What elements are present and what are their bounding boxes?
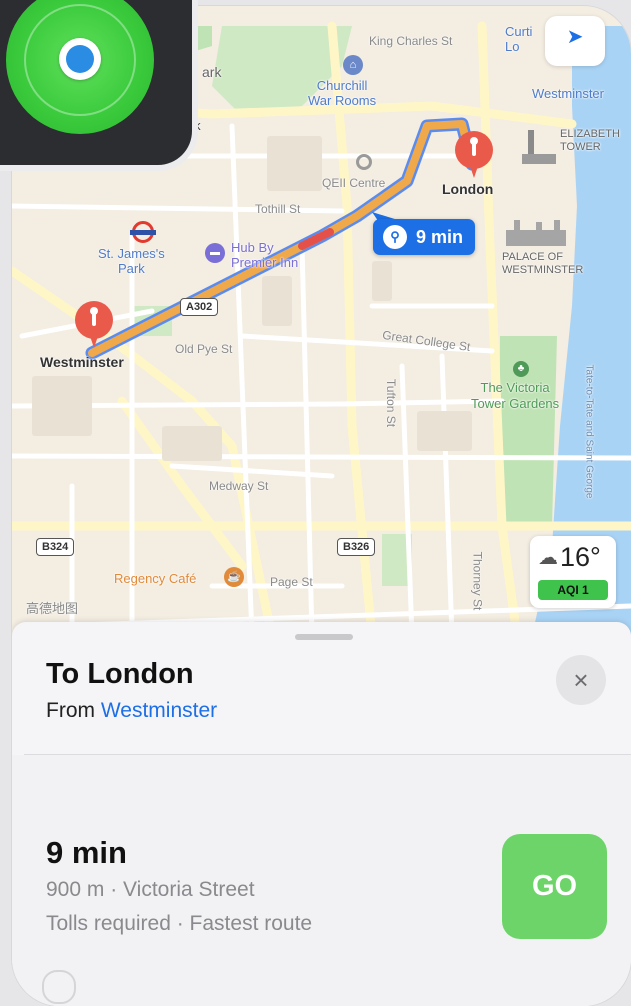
route-detail: 900 m · Victoria Street <box>46 878 255 901</box>
victoria-tower-gardens-area <box>500 336 557 526</box>
label-churchill-war-rooms: Churchill War Rooms <box>308 78 377 108</box>
label-tufton-st: Tufton St <box>384 378 399 428</box>
elizabeth-tower-icon <box>522 126 556 166</box>
close-icon: × <box>573 665 589 695</box>
label-park: ark <box>202 64 222 80</box>
find-my-app-icon <box>0 0 192 165</box>
label-qeii-centre: QEII Centre <box>322 176 386 190</box>
eta-chip-label: 9 min <box>416 226 464 247</box>
home-indicator <box>42 970 76 1004</box>
label-medway-st: Medway St <box>209 479 269 493</box>
label-king-charles-st: King Charles St <box>369 34 453 48</box>
cafe-icon: ☕ <box>224 567 244 587</box>
destination-title: To London <box>46 658 194 690</box>
location-dot-icon <box>59 38 101 80</box>
label-st-james-park: St. James's Park <box>98 246 165 276</box>
destination-pin-icon[interactable] <box>452 130 496 190</box>
label-tothill-st: Tothill St <box>255 202 301 216</box>
label-curtis: Curti Lo <box>505 24 533 54</box>
eta-chip[interactable]: ⚲ 9 min <box>373 219 476 255</box>
aqi-badge: AQI 1 <box>538 580 608 600</box>
road-shield-b324: B324 <box>36 538 75 556</box>
car-icon: ⚲ <box>383 225 407 249</box>
route-note: Tolls required · Fastest route <box>46 912 313 935</box>
route-option[interactable]: 9 min 900 m · Victoria Street Tolls requ… <box>12 755 631 1006</box>
cloud-rain-icon: ☁ <box>538 547 558 569</box>
label-victoria-tower-gardens: The Victoria Tower Gardens <box>471 380 560 411</box>
amap-watermark: 高德地图 <box>26 601 79 616</box>
label-regency-cafe: Regency Café <box>114 571 197 586</box>
poi-circle-icon <box>356 154 372 170</box>
weather-widget[interactable]: ☁ 16° AQI 1 <box>530 536 616 608</box>
label-tate-route: Tate-to-Tate and Saint George <box>583 364 595 499</box>
palace-icon <box>506 220 566 246</box>
park-icon: ♣ <box>513 361 529 377</box>
go-button[interactable]: GO <box>502 834 607 939</box>
origin-link[interactable]: Westminster <box>101 699 217 722</box>
route-time: 9 min <box>46 835 127 870</box>
label-old-pye-st: Old Pye St <box>175 342 233 356</box>
map-mode-button[interactable]: ➤ <box>545 16 605 66</box>
directions-sheet: To London From Westminster × 9 min 900 m… <box>12 622 631 1006</box>
hotel-icon: ▬ <box>205 243 225 263</box>
label-thorney-st: Thorney St <box>470 551 485 611</box>
road-shield-a302: A302 <box>180 298 219 316</box>
label-hub-by-premier-inn: Hub By Premier Inn <box>231 240 299 270</box>
origin-line: From Westminster <box>46 699 217 723</box>
from-prefix: From <box>46 699 95 722</box>
landmark-icon: ⌂ <box>343 55 363 75</box>
close-button[interactable]: × <box>556 655 606 705</box>
underground-icon <box>130 221 156 243</box>
origin-pin-icon[interactable] <box>72 300 116 360</box>
weather-temp: 16° <box>560 542 601 572</box>
direction-arrow-icon: ➤ <box>566 26 584 48</box>
sheet-grabber[interactable] <box>295 634 353 640</box>
label-page-st: Page St <box>270 575 313 589</box>
road-shield-b326: B326 <box>337 538 376 556</box>
label-palace-of-westminster: PALACE OF WESTMINSTER <box>502 251 584 276</box>
label-elizabeth-tower: ELIZABETH TOWER <box>560 128 620 153</box>
label-westminster-top: Westminster <box>532 86 604 101</box>
